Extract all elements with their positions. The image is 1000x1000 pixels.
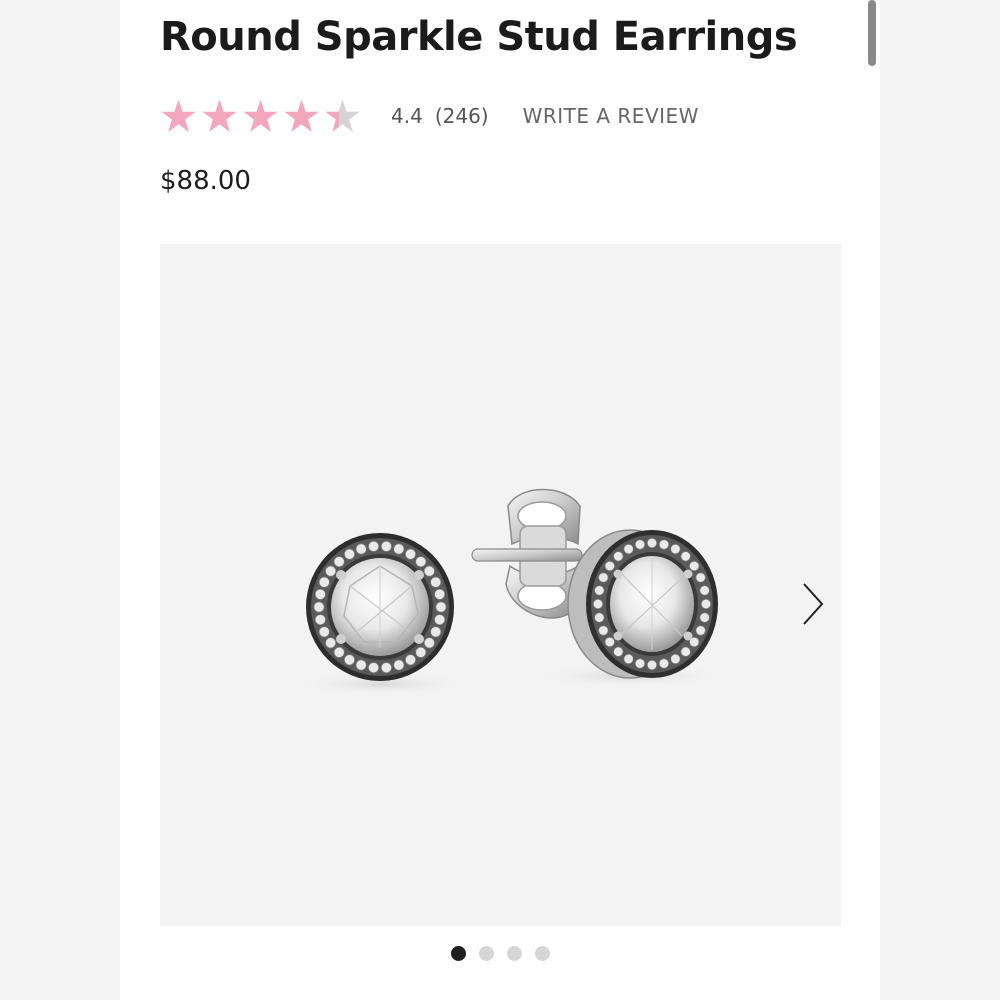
rating-row: 4.4 (246) WRITE A REVIEW <box>160 96 699 136</box>
scrollbar[interactable] <box>868 0 876 66</box>
carousel-dots <box>451 946 550 961</box>
carousel-dot-3[interactable] <box>507 946 522 961</box>
carousel-dot-4[interactable] <box>535 946 550 961</box>
star-icon <box>243 98 278 132</box>
star-icon <box>284 98 319 132</box>
carousel-dot-2[interactable] <box>479 946 494 961</box>
rating-count[interactable]: (246) <box>435 104 489 128</box>
chevron-right-icon[interactable] <box>796 580 828 628</box>
rating-value: 4.4 <box>391 104 423 128</box>
carousel-dot-1[interactable] <box>451 946 466 961</box>
product-price: $88.00 <box>160 166 251 196</box>
page-margin-right <box>880 0 1000 1000</box>
earrings-product-image <box>292 488 730 696</box>
star-icon <box>202 98 237 132</box>
star-icon <box>325 98 360 132</box>
star-rating[interactable] <box>160 98 361 135</box>
write-review-link[interactable]: WRITE A REVIEW <box>523 104 699 128</box>
product-gallery[interactable] <box>160 244 841 926</box>
page-margin-left <box>0 0 120 1000</box>
star-icon <box>161 98 196 132</box>
product-title: Round Sparkle Stud Earrings <box>160 14 798 60</box>
